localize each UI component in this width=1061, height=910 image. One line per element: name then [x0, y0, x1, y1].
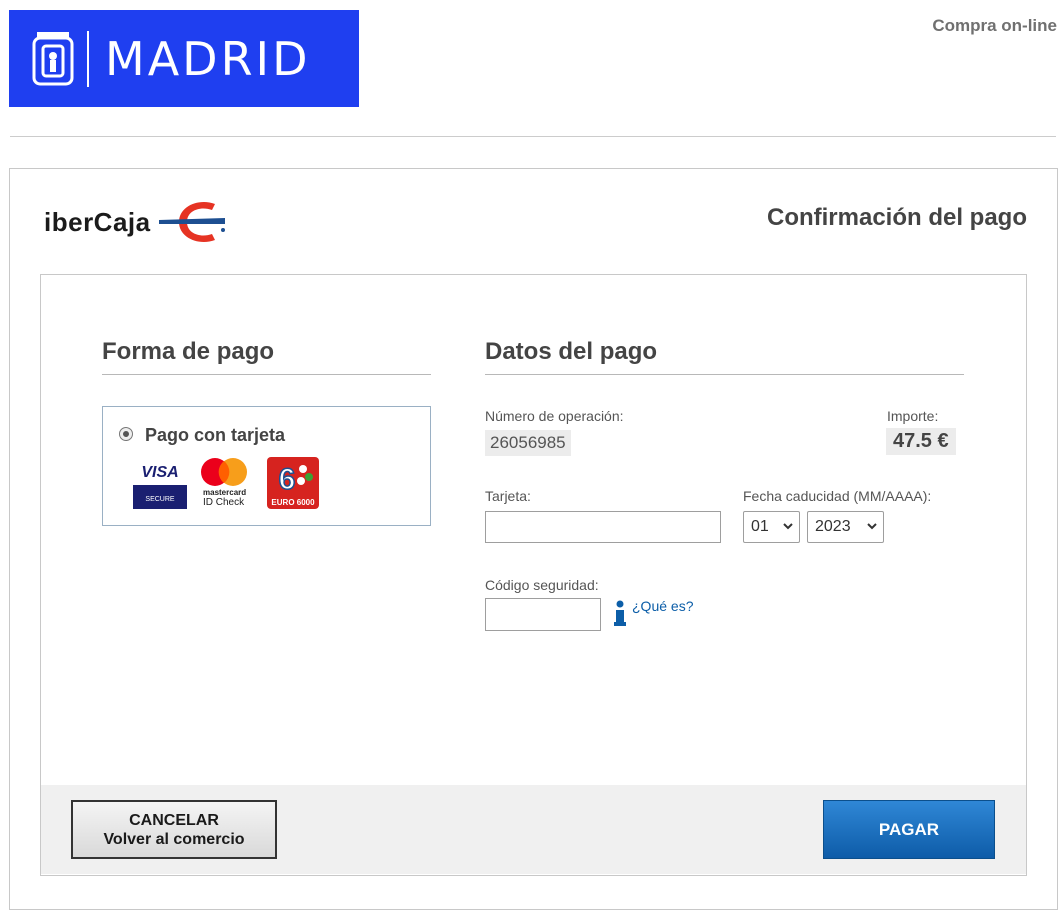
pay-button[interactable]: PAGAR	[823, 800, 995, 859]
euro6000-text: EURO 6000	[271, 498, 315, 507]
mastercard-id-check-logo: mastercard ID Check	[201, 458, 247, 508]
payment-data-divider	[485, 374, 964, 375]
payment-data-title: Datos del pago	[485, 338, 658, 365]
security-code-label: Código seguridad:	[485, 577, 599, 593]
ibercaja-logo: iberCaja	[44, 196, 229, 248]
chevron-down-icon	[783, 523, 793, 530]
security-code-input[interactable]	[485, 598, 601, 631]
amount-label: Importe:	[887, 408, 939, 424]
expiry-year-select[interactable]: 2023	[807, 511, 884, 543]
ibercaja-logo-text: iberCaja	[44, 206, 151, 237]
euro6000-logo: 6 EURO 6000	[267, 457, 319, 509]
info-icon[interactable]	[613, 600, 627, 626]
card-payment-label: Pago con tarjeta	[145, 425, 286, 445]
visa-secure-logo: VISA SECURE	[133, 464, 187, 509]
mastercard-logo-text: mastercard	[203, 488, 246, 497]
payment-method-title: Forma de pago	[102, 338, 275, 365]
pay-button-label: PAGAR	[878, 819, 940, 839]
visa-secure-text: SECURE	[145, 496, 175, 503]
svg-text:6: 6	[279, 463, 296, 496]
header-divider	[10, 136, 1056, 137]
chevron-down-icon	[867, 523, 877, 530]
page-title: Confirmación del pago	[766, 204, 1027, 231]
expiry-month-value: 01	[751, 518, 769, 535]
card-payment-option[interactable]: Pago con tarjeta VISA SECURE mastercard …	[102, 406, 431, 526]
operation-number-value: 26056985	[485, 430, 571, 456]
visa-logo-text: VISA	[141, 464, 178, 481]
security-code-help-link[interactable]: ¿Qué es?	[632, 598, 693, 614]
madrid-crest-icon	[32, 31, 74, 85]
purchase-mode-label: Compra on-line	[932, 16, 1057, 35]
expiry-year-value: 2023	[815, 518, 851, 535]
mastercard-id-check-text: ID Check	[203, 497, 245, 508]
expiry-month-select[interactable]: 01	[743, 511, 800, 543]
cancel-button-sublabel: Volver al comercio	[103, 830, 245, 848]
card-number-label: Tarjeta:	[485, 488, 531, 504]
madrid-logo: MADRID	[9, 10, 359, 107]
cancel-button[interactable]: CANCELAR Volver al comercio	[71, 800, 277, 859]
payment-method-divider	[102, 374, 431, 375]
card-number-input[interactable]	[485, 511, 721, 543]
madrid-logo-text: MADRID	[105, 31, 311, 86]
cancel-button-label: CANCELAR	[129, 811, 219, 829]
amount-value: 47.5 €	[886, 428, 956, 455]
euro-swoosh-icon	[158, 202, 225, 242]
card-payment-radio[interactable]	[119, 427, 133, 441]
card-logos: VISA SECURE mastercard ID Check 6 EURO 6…	[133, 457, 321, 509]
operation-number-label: Número de operación:	[485, 408, 624, 424]
expiry-date-label: Fecha caducidad (MM/AAAA):	[743, 488, 932, 504]
madrid-logo-separator	[87, 30, 89, 87]
